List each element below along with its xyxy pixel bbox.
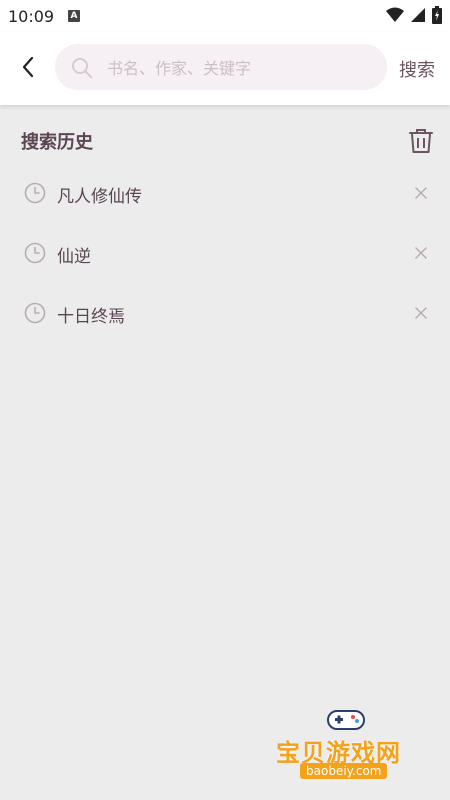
- battery-icon: [432, 6, 442, 24]
- clock-icon: [24, 242, 46, 264]
- history-item-label: 十日终焉: [57, 307, 125, 327]
- history-item[interactable]: 仙逆: [0, 223, 450, 283]
- search-box[interactable]: [55, 44, 387, 92]
- clear-history-button[interactable]: [408, 127, 434, 155]
- search-icon: [72, 58, 93, 79]
- gamepad-icon: [327, 710, 365, 730]
- close-icon[interactable]: [413, 245, 429, 261]
- notification-icon: A: [68, 10, 80, 22]
- history-item[interactable]: 凡人修仙传: [0, 163, 450, 223]
- watermark-url: baobeiy.com: [300, 763, 388, 779]
- signal-icon: [411, 8, 425, 22]
- back-arrow-icon: [22, 56, 34, 78]
- close-icon[interactable]: [413, 185, 429, 201]
- trash-icon: [409, 129, 433, 153]
- history-item[interactable]: 十日终焉: [0, 283, 450, 343]
- search-toolbar: 搜索: [0, 32, 450, 105]
- watermark: 宝贝游戏网 baobeiy.com: [276, 705, 416, 795]
- history-list: 凡人修仙传 仙逆 十日终焉: [0, 163, 450, 343]
- history-item-label: 凡人修仙传: [57, 187, 142, 207]
- back-button[interactable]: [14, 52, 44, 82]
- status-bar: 10:09 A: [0, 0, 450, 32]
- status-icons: [386, 6, 442, 24]
- history-title: 搜索历史: [21, 132, 93, 153]
- search-button[interactable]: 搜索: [399, 56, 435, 82]
- wifi-icon: [386, 7, 404, 22]
- search-input[interactable]: [105, 44, 379, 92]
- clock-icon: [24, 302, 46, 324]
- history-item-label: 仙逆: [57, 247, 91, 267]
- status-time: 10:09: [8, 7, 55, 26]
- clock-icon: [24, 182, 46, 204]
- close-icon[interactable]: [413, 305, 429, 321]
